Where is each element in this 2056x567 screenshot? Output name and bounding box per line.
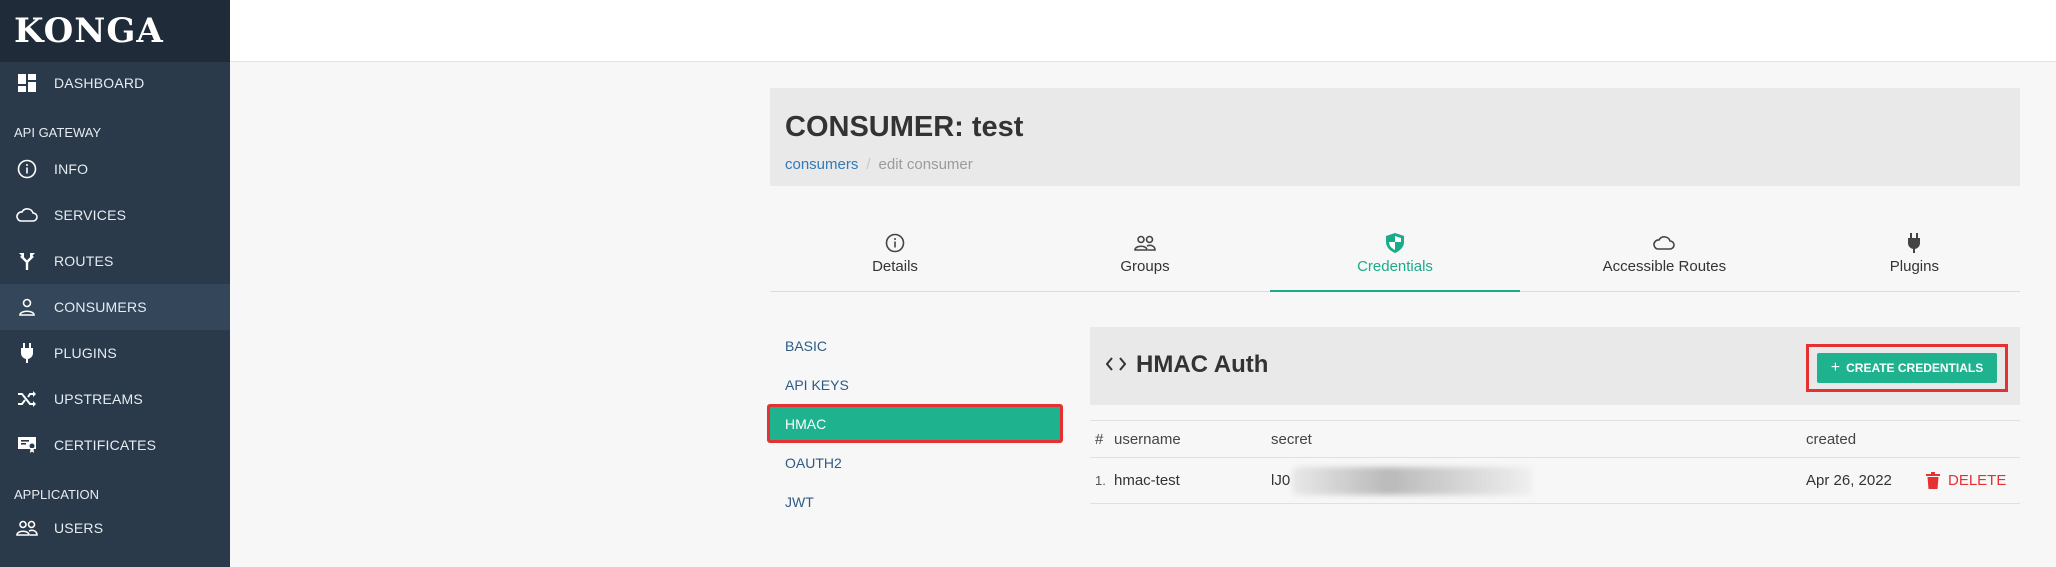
credentials-table: # username secret created 1. hmac-test l…	[1090, 420, 2020, 504]
tab-label: Credentials	[1357, 258, 1433, 275]
shuffle-icon	[16, 388, 38, 410]
credential-type-basic[interactable]: BASIC	[770, 326, 1060, 365]
users-icon	[16, 517, 38, 539]
tab-groups[interactable]: Groups	[1020, 228, 1270, 291]
credential-type-jwt[interactable]: JWT	[770, 482, 1060, 521]
tab-label: Accessible Routes	[1602, 258, 1727, 275]
sidebar-item-consumers[interactable]: CONSUMERS	[0, 284, 230, 330]
tab-details[interactable]: Details	[770, 228, 1020, 291]
sidebar-section-application: APPLICATION	[14, 487, 100, 502]
credential-type-api-keys[interactable]: API KEYS	[770, 365, 1060, 404]
col-created: created	[1806, 430, 1857, 448]
sidebar-item-label: CONSUMERS	[54, 299, 147, 315]
table-header-row: # username secret created	[1090, 420, 2020, 458]
row-num: 1.	[1095, 473, 1106, 488]
credential-type-oauth2[interactable]: OAUTH2	[770, 443, 1060, 482]
panel-title: HMAC Auth	[1105, 351, 1269, 379]
delete-label: DELETE	[1948, 472, 2007, 489]
table-row: 1. hmac-test lJ0 Apr 26, 2022 DELETE	[1090, 458, 2020, 504]
sidebar-item-label: INFO	[54, 161, 89, 177]
breadcrumb-separator: /	[866, 156, 871, 173]
tab-label: Groups	[1120, 258, 1170, 275]
brand-logo[interactable]: KONGA	[0, 0, 230, 62]
plus-icon: +	[1830, 359, 1841, 376]
shield-icon	[1384, 232, 1406, 254]
cloud-icon	[1653, 232, 1676, 254]
sidebar: KONGA DASHBOARD API GATEWAY INFO SERVICE…	[0, 0, 230, 567]
route-icon	[16, 250, 38, 272]
tab-credentials[interactable]: Credentials	[1270, 228, 1520, 292]
info-icon	[884, 232, 906, 254]
col-secret: secret	[1271, 430, 1312, 448]
dashboard-icon	[16, 72, 38, 94]
cloud-icon	[16, 204, 38, 226]
tab-label: Plugins	[1889, 258, 1939, 275]
plug-icon	[1903, 232, 1925, 254]
sidebar-item-label: DASHBOARD	[54, 75, 145, 91]
breadcrumb-consumers-link[interactable]: consumers	[785, 156, 858, 173]
create-credentials-highlight: + CREATE CREDENTIALS	[1806, 344, 2008, 392]
page-title: CONSUMER: test	[785, 111, 1024, 143]
row-username: hmac-test	[1114, 472, 1180, 489]
code-icon	[1105, 354, 1127, 377]
delete-button[interactable]: DELETE	[1926, 472, 2020, 489]
sidebar-item-label: UPSTREAMS	[54, 391, 143, 407]
breadcrumb: consumers / edit consumer	[785, 156, 973, 173]
sidebar-item-info[interactable]: INFO	[0, 146, 230, 192]
row-secret: lJ0	[1271, 466, 1806, 495]
sidebar-item-label: PLUGINS	[54, 345, 117, 361]
panel-title-text: HMAC Auth	[1136, 351, 1269, 378]
secret-redacted	[1292, 466, 1533, 495]
consumer-tabs: Details Groups Credentials Accessible Ro…	[770, 228, 2020, 292]
sidebar-item-label: SERVICES	[54, 207, 127, 223]
sidebar-item-users[interactable]: USERS	[0, 508, 230, 548]
sidebar-item-dashboard[interactable]: DASHBOARD	[0, 62, 230, 104]
credentials-panel-header: HMAC Auth + CREATE CREDENTIALS	[1090, 327, 2020, 405]
sidebar-item-label: CERTIFICATES	[54, 437, 157, 453]
tab-plugins[interactable]: Plugins	[1809, 228, 2020, 291]
col-username: username	[1114, 430, 1181, 448]
sidebar-item-plugins[interactable]: PLUGINS	[0, 330, 230, 376]
breadcrumb-current: edit consumer	[878, 156, 973, 173]
brand-name: KONGA	[14, 11, 164, 51]
row-created: Apr 26, 2022	[1806, 472, 1892, 489]
sidebar-item-services[interactable]: SERVICES	[0, 192, 230, 238]
person-icon	[16, 296, 38, 318]
credential-type-hmac[interactable]: HMAC	[767, 404, 1063, 443]
trash-icon	[1926, 472, 1940, 489]
tab-accessible-routes[interactable]: Accessible Routes	[1520, 228, 1809, 291]
create-credentials-label: CREATE CREDENTIALS	[1846, 361, 1984, 375]
col-num: #	[1095, 430, 1104, 448]
sidebar-item-label: ROUTES	[54, 253, 114, 269]
plug-icon	[16, 342, 38, 364]
create-credentials-button[interactable]: + CREATE CREDENTIALS	[1817, 353, 1997, 383]
sidebar-item-certificates[interactable]: CERTIFICATES	[0, 422, 230, 468]
credential-type-nav: BASIC API KEYS HMAC OAUTH2 JWT	[767, 326, 1063, 521]
page-header: CONSUMER: test consumers / edit consumer	[770, 88, 2020, 186]
group-icon	[1134, 232, 1156, 254]
sidebar-item-label: USERS	[54, 520, 104, 536]
tab-label: Details	[872, 258, 918, 275]
sidebar-item-routes[interactable]: ROUTES	[0, 238, 230, 284]
sidebar-item-upstreams[interactable]: UPSTREAMS	[0, 376, 230, 422]
sidebar-section-api-gateway: API GATEWAY	[14, 125, 102, 140]
top-bar	[230, 0, 2056, 62]
secret-text: lJ0	[1271, 471, 1291, 489]
info-icon	[16, 158, 38, 180]
certificate-icon	[16, 434, 38, 456]
